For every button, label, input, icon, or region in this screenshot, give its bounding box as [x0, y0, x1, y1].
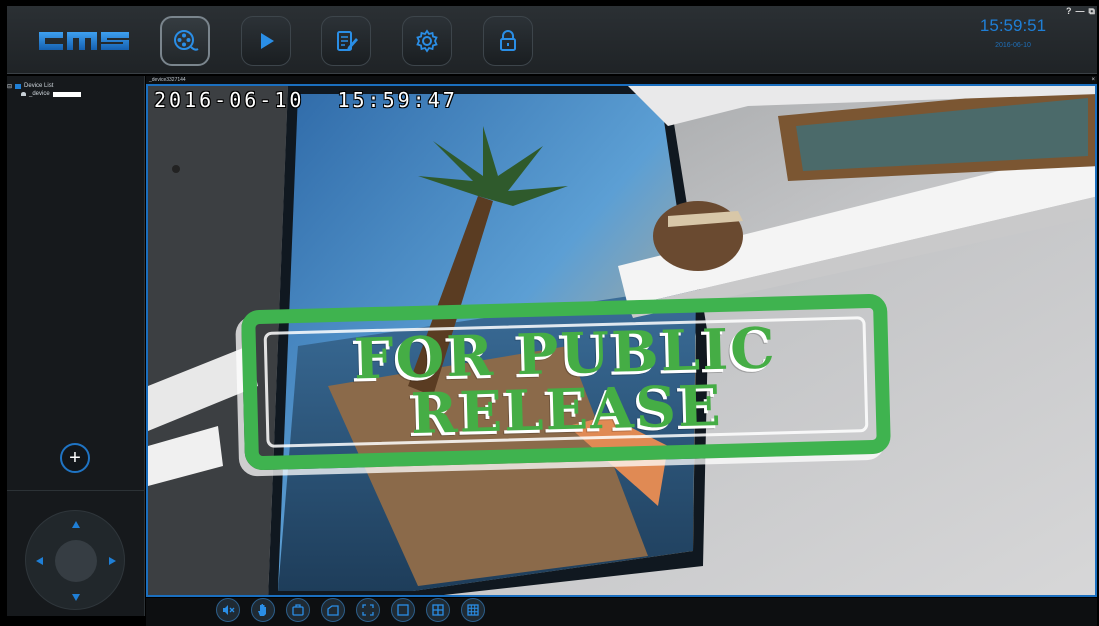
device-item[interactable]: _device — [7, 90, 81, 98]
ptz-right-icon[interactable] — [109, 557, 116, 565]
osd-timestamp: 2016-06-10 15:59:47 — [154, 88, 458, 112]
window-controls: ? — ⧉ — [1066, 6, 1095, 17]
layout-9-button[interactable] — [461, 598, 485, 622]
settings-button[interactable] — [402, 16, 452, 66]
fullscreen-button[interactable] — [356, 598, 380, 622]
public-release-stamp: FOR PUBLIC RELEASE — [241, 293, 891, 471]
device-tree: ⊟ Device List _device — [7, 82, 81, 98]
ptz-left-icon[interactable] — [36, 557, 43, 565]
collapse-toggle-icon[interactable]: ⊟ — [7, 83, 12, 90]
ptz-up-icon[interactable] — [72, 521, 80, 528]
layout-9-icon — [467, 604, 479, 616]
ptz-down-icon[interactable] — [72, 594, 80, 601]
cms-logo — [39, 32, 129, 50]
film-reel-icon — [174, 30, 199, 51]
device-list-label: Device List — [24, 83, 54, 89]
snapshot-icon — [292, 604, 304, 616]
mute-icon — [223, 605, 235, 615]
play-icon — [261, 33, 274, 49]
top-toolbar: 15:59:51 2016-06-10 — [7, 6, 1097, 74]
video-channel-name: _device3327144 — [149, 77, 186, 83]
layout-1-button[interactable] — [391, 598, 415, 622]
layout-4-button[interactable] — [426, 598, 450, 622]
stamp-line-2: RELEASE — [409, 372, 724, 448]
playback-button[interactable] — [241, 16, 291, 66]
fullscreen-icon — [362, 604, 374, 616]
ptz-control — [25, 510, 125, 610]
lock-button[interactable] — [483, 16, 533, 66]
lock-icon — [500, 30, 516, 51]
log-button[interactable] — [321, 16, 371, 66]
ptz-center-button[interactable] — [55, 540, 97, 582]
video-toolbar — [146, 598, 1097, 626]
layout-1-icon — [397, 604, 409, 616]
hand-icon — [258, 604, 266, 616]
clock-time: 15:59:51 — [979, 16, 1047, 35]
device-panel: ⊟ Device List _device + — [7, 76, 145, 616]
ptz-divider — [7, 490, 145, 491]
record-icon — [327, 605, 339, 616]
clock-date: 2016-06-10 — [995, 42, 1031, 49]
redacted-block — [52, 91, 81, 97]
ptz-hand-button[interactable] — [251, 598, 275, 622]
help-button[interactable]: ? — [1066, 6, 1072, 17]
video-pane-title: _device3327144 × — [146, 76, 1097, 84]
camera-icon — [21, 92, 26, 96]
minimize-button[interactable]: — — [1076, 6, 1085, 17]
device-list-folder-icon — [15, 83, 22, 89]
layout-4-icon — [432, 604, 444, 616]
snapshot-button[interactable] — [286, 598, 310, 622]
device-list-root[interactable]: ⊟ Device List — [7, 82, 81, 90]
mute-button[interactable] — [216, 598, 240, 622]
add-device-button[interactable]: + — [60, 443, 90, 473]
record-button[interactable] — [321, 598, 345, 622]
live-view-button[interactable] — [160, 16, 210, 66]
live-video-pane[interactable]: 2016-06-10 15:59:47 FOR PUBLIC RELEASE — [146, 84, 1097, 597]
restore-button[interactable]: ⧉ — [1089, 6, 1095, 17]
gear-icon — [416, 29, 438, 53]
close-video-button[interactable]: × — [1091, 76, 1095, 84]
device-item-label: _device — [29, 91, 50, 97]
edit-document-icon — [337, 31, 358, 51]
